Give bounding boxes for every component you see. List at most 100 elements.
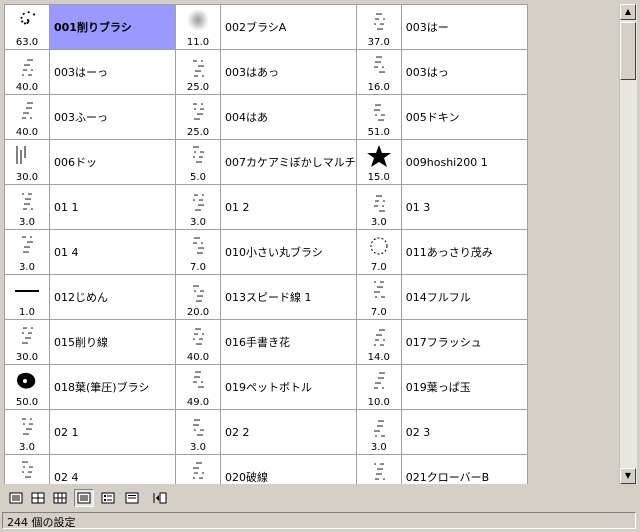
brush-thumbnail[interactable]: 3.0: [355, 409, 402, 455]
view-grid-2-button[interactable]: [28, 489, 48, 507]
view-list-button[interactable]: [74, 489, 94, 507]
brush-thumbnail[interactable]: 63.0: [4, 4, 50, 50]
brush-name-cell[interactable]: 01 3: [400, 184, 528, 230]
brush-thumbnail[interactable]: 16.0: [355, 49, 402, 95]
brush-thumbnail[interactable]: 3.0: [355, 184, 402, 230]
brush-thumbnail[interactable]: 50.0: [4, 364, 50, 410]
brush-thumbnail[interactable]: 7.0: [175, 229, 221, 275]
brush-name-cell[interactable]: 007カケアミぼかしマルチ: [220, 139, 357, 185]
brush-thumbnail[interactable]: 51.0: [355, 94, 402, 140]
brush-name-cell[interactable]: 019ペットボトル: [220, 364, 357, 410]
brush-name-cell[interactable]: 010小さい丸ブラシ: [220, 229, 357, 275]
status-text: 244 個の設定: [7, 516, 76, 529]
brush-name-cell[interactable]: 02 3: [400, 409, 528, 455]
brush-size: 25.0: [186, 82, 210, 93]
brush-row: 40.0 003はーっ 25.0 003はあっ 16.0 003はっ: [4, 49, 528, 95]
brush-thumbnail[interactable]: 37.0: [355, 4, 402, 50]
brush-thumbnail[interactable]: 25.0: [175, 49, 221, 95]
brush-name: 016手書き花: [225, 336, 290, 349]
view-detail-button[interactable]: [98, 489, 118, 507]
brush-name-cell[interactable]: 003はあっ: [220, 49, 357, 95]
brush-thumbnail[interactable]: 3.0: [4, 409, 50, 455]
brush-name-cell[interactable]: 003ふーっ: [49, 94, 176, 140]
scroll-thumb[interactable]: [620, 22, 636, 80]
brush-thumbnail[interactable]: 11.0: [175, 4, 221, 50]
brush-size: 7.0: [190, 262, 206, 273]
brush-preview-icon: [373, 329, 385, 346]
panel-toggle-button[interactable]: [150, 489, 170, 507]
brush-preview-icon: [193, 419, 204, 436]
view-large-button[interactable]: [6, 489, 26, 507]
brush-name-cell[interactable]: 01 4: [49, 229, 176, 275]
brush-size: 49.0: [186, 397, 210, 408]
brush-name-cell[interactable]: 020破線: [220, 454, 357, 484]
brush-name-cell[interactable]: 012じめん: [49, 274, 176, 320]
brush-thumbnail[interactable]: 40.0: [175, 319, 221, 365]
brush-name-cell[interactable]: 003はっ: [400, 49, 528, 95]
brush-name: 015削り線: [54, 336, 108, 349]
brush-thumbnail[interactable]: 40.0: [4, 49, 50, 95]
brush-name: 01 1: [54, 200, 79, 214]
view-grid-2-icon: [31, 492, 45, 504]
brush-thumbnail[interactable]: 3.0: [4, 184, 50, 230]
brush-preview-icon: [373, 372, 385, 389]
brush-name-cell[interactable]: 015削り線: [49, 319, 176, 365]
brush-thumbnail[interactable]: 30.0: [4, 139, 50, 185]
view-detail-2-button[interactable]: [122, 489, 142, 507]
brush-name-cell[interactable]: 001削りブラシ: [49, 4, 176, 50]
brush-name-cell[interactable]: 018葉(筆圧)ブラシ: [49, 364, 176, 410]
brush-thumbnail[interactable]: 3.0: [175, 454, 221, 484]
view-grid-3-button[interactable]: [50, 489, 70, 507]
brush-thumbnail[interactable]: 3.0: [175, 184, 221, 230]
brush-preview-icon: [193, 237, 204, 254]
brush-name-cell[interactable]: 016手書き花: [220, 319, 357, 365]
brush-thumbnail[interactable]: 25.0: [175, 94, 221, 140]
brush-row: 3.0 01 4 7.0 010小さい丸ブラシ 7.0 011あっさり茂み: [4, 229, 528, 275]
brush-size: 3.0: [19, 262, 35, 273]
brush-name-cell[interactable]: 019葉っぱ玉: [400, 364, 528, 410]
brush-name-cell[interactable]: 021クローバーB: [400, 454, 528, 484]
scroll-down-button[interactable]: ▼: [620, 468, 636, 484]
scroll-up-button[interactable]: ▲: [620, 4, 636, 20]
brush-preview-icon: [22, 193, 33, 210]
brush-name: 021クローバーB: [405, 471, 490, 484]
brush-thumbnail[interactable]: 14.0: [355, 319, 402, 365]
vertical-scrollbar[interactable]: ▲ ▼: [619, 4, 637, 484]
brush-thumbnail[interactable]: 49.0: [175, 364, 221, 410]
brush-name-cell[interactable]: 02 4: [49, 454, 176, 484]
brush-name-cell[interactable]: 02 1: [49, 409, 176, 455]
brush-thumbnail[interactable]: 40.0: [4, 94, 50, 140]
brush-preview-icon: [22, 59, 33, 76]
view-grid-3-icon: [53, 492, 67, 504]
brush-thumbnail[interactable]: 10.0: [355, 364, 402, 410]
brush-name-cell[interactable]: 02 2: [220, 409, 357, 455]
brush-name-cell[interactable]: 013スピード線 1: [220, 274, 357, 320]
brush-name-cell[interactable]: 003はー: [400, 4, 528, 50]
brush-preview-icon: [193, 194, 204, 211]
brush-thumbnail[interactable]: 5.0: [175, 139, 221, 185]
brush-name-cell[interactable]: 006ドッ: [49, 139, 176, 185]
brush-name-cell[interactable]: 017フラッシュ: [400, 319, 528, 365]
brush-thumbnail[interactable]: 3.0: [4, 454, 50, 484]
brush-name-cell[interactable]: 011あっさり茂み: [400, 229, 528, 275]
brush-thumbnail[interactable]: 3.0: [175, 409, 221, 455]
brush-thumbnail[interactable]: 20.0: [175, 274, 221, 320]
brush-name-cell[interactable]: 003はーっ: [49, 49, 176, 95]
brush-thumbnail[interactable]: 1.0: [4, 274, 50, 320]
brush-name-cell[interactable]: 002ブラシA: [220, 4, 357, 50]
brush-thumbnail[interactable]: 7.0: [355, 229, 402, 275]
brush-thumbnail[interactable]: 15.0: [355, 139, 402, 185]
brush-name-cell[interactable]: 01 2: [220, 184, 357, 230]
brush-name-cell[interactable]: 005ドキン: [400, 94, 528, 140]
brush-name-cell[interactable]: 014フルフル: [400, 274, 528, 320]
brush-name-cell[interactable]: 004はあ: [220, 94, 357, 140]
brush-thumbnail[interactable]: 3.0: [4, 229, 50, 275]
brush-thumbnail[interactable]: 3.0: [355, 454, 402, 484]
brush-preview-icon: [193, 60, 204, 77]
brush-thumbnail[interactable]: 30.0: [4, 319, 50, 365]
brush-name-cell[interactable]: 009hoshi200 1: [400, 139, 528, 185]
brush-row: 3.002 43.0020破線3.0021クローバーB: [4, 454, 528, 484]
brush-size: 3.0: [370, 217, 387, 228]
brush-name-cell[interactable]: 01 1: [49, 184, 176, 230]
brush-thumbnail[interactable]: 7.0: [355, 274, 402, 320]
